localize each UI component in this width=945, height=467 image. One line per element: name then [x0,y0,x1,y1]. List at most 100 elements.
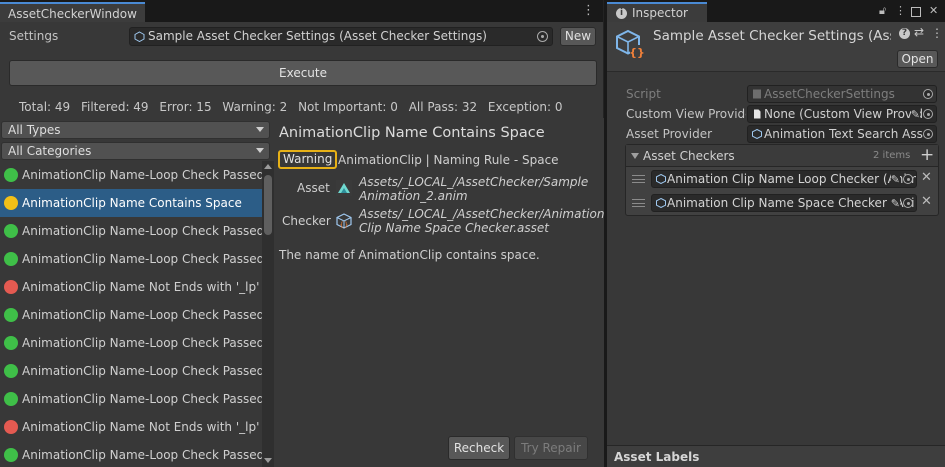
drag-handle-icon[interactable] [632,199,645,207]
checker-asset-icon[interactable]: {} [335,212,353,230]
inspector-tab-bar: i Inspector 🔓︎ ⋮ ✕ [607,0,945,22]
asset-checkers-count: 2 items [873,150,911,161]
types-filter-dropdown[interactable]: All Types [1,121,270,139]
file-icon [754,109,761,119]
checker-object-field[interactable]: Animation Clip Name Space Checker (Ani ✎ [651,194,917,212]
list-item: Animation Clip Name Space Checker (Ani ✎… [626,191,938,215]
settings-object-field[interactable]: Sample Asset Checker Settings (Asset Che… [129,27,553,46]
categories-filter-value: All Categories [8,144,92,158]
status-dot-icon [4,392,18,406]
checker-object-value: Animation Clip Name Space Checker (Ani [667,196,915,210]
inspector-tab-label: Inspector [632,6,688,20]
help-icon[interactable]: ? [899,28,910,39]
custom-view-provider-field[interactable]: None (Custom View Provide ✎ [747,105,937,123]
list-item[interactable]: AnimationClip Name Not Ends with '_lp' [0,413,262,441]
status-dot-icon [4,364,18,378]
types-filter-value: All Types [8,123,61,137]
scriptable-object-icon [656,174,666,184]
foldout-arrow-icon[interactable] [631,153,639,159]
scriptable-object-icon [752,129,762,139]
list-item[interactable]: AnimationClip Name-Loop Check Passed [0,357,262,385]
list-item[interactable]: AnimationClip Name-Loop Check Passed [0,245,262,273]
maximize-icon[interactable] [911,7,921,17]
object-picker-icon[interactable] [923,109,933,119]
asset-checkers-list: Asset Checkers 2 items + Animation Clip … [625,144,939,216]
result-list: AnimationClip Name-Loop Check Passed Ani… [0,161,262,467]
object-picker-icon[interactable] [903,198,913,208]
checker-path-link[interactable]: Assets/_LOCAL_/AssetChecker/Animation Cl… [359,207,604,235]
list-item[interactable]: AnimationClip Name-Loop Check Passed [0,329,262,357]
preset-icon[interactable]: ⇄ [914,25,924,39]
lock-icon[interactable]: 🔓︎ [879,4,886,18]
summary-not-important: Not Important: 0 [298,100,398,114]
execute-button[interactable]: Execute [9,60,597,86]
object-picker-icon[interactable] [923,129,933,139]
list-item-selected[interactable]: AnimationClip Name Contains Space [0,189,262,217]
status-dot-icon [4,448,18,462]
categories-filter-dropdown[interactable]: All Categories [1,142,270,160]
open-button[interactable]: Open [897,50,938,68]
status-dot-icon [4,420,18,434]
edit-icon[interactable]: ✎ [890,172,900,187]
asset-provider-label: Asset Provider [626,127,713,141]
summary-error: Error: 15 [159,100,212,114]
list-item-label: AnimationClip Name-Loop Check Passed [22,336,262,350]
try-repair-button: Try Repair [514,436,588,460]
close-icon[interactable]: ✕ [929,4,938,18]
asset-checkers-header[interactable]: Asset Checkers 2 items + [626,145,938,167]
object-picker-icon[interactable] [903,174,913,184]
checker-object-field[interactable]: Animation Clip Name Loop Checker (Anim ✎ [651,170,917,188]
list-scrollbar[interactable] [262,161,274,467]
context-menu-icon[interactable]: ⋮ [931,26,943,40]
add-icon[interactable]: + [920,145,934,165]
list-item[interactable]: AnimationClip Name-Loop Check Passed [0,441,262,467]
drag-handle-icon[interactable] [632,175,645,183]
animation-clip-icon[interactable] [335,179,353,197]
detail-description: The name of AnimationClip contains space… [279,248,540,262]
svg-text:{}: {} [629,46,645,59]
list-item[interactable]: AnimationClip Name-Loop Check Passed [0,217,262,245]
asset-path-link[interactable]: Assets/_LOCAL_/AssetChecker/Sample Anima… [359,175,604,203]
settings-row: Settings Sample Asset Checker Settings (… [0,26,604,48]
list-item[interactable]: AnimationClip Name-Loop Check Passed [0,301,262,329]
list-item: Animation Clip Name Loop Checker (Anim ✎… [626,167,938,191]
edit-icon[interactable]: ✎ [890,196,900,211]
tab-asset-checker-window[interactable]: AssetCheckerWindow [0,2,145,22]
summary-warning: Warning: 2 [222,100,288,114]
asset-labels-title: Asset Labels [614,450,700,464]
list-item-label: AnimationClip Name Not Ends with '_lp' [22,280,260,294]
asset-labels-bar[interactable]: Asset Labels [607,445,945,467]
new-button[interactable]: New [560,27,596,46]
script-file-icon [753,89,761,99]
custom-view-provider-label: Custom View Provide [626,107,746,121]
remove-icon[interactable]: ✕ [921,170,932,185]
checker-object-value: Animation Clip Name Loop Checker (Anim [667,172,917,186]
window-menu-icon[interactable]: ⋮ [582,3,595,19]
window-menu-icon[interactable]: ⋮ [895,4,906,18]
summary-exception: Exception: 0 [487,100,563,114]
info-icon: i [616,8,627,19]
edit-icon[interactable]: ✎ [910,107,920,122]
list-item-label: AnimationClip Name-Loop Check Passed [22,252,262,266]
left-tab-bar: AssetCheckerWindow ⋮ [0,0,603,22]
object-picker-icon[interactable] [537,31,548,42]
recheck-button[interactable]: Recheck [448,436,510,460]
scrollbar-thumb[interactable] [264,175,272,235]
custom-view-provider-value: None (Custom View Provide [764,107,931,121]
script-label: Script [626,87,661,101]
list-item[interactable]: AnimationClip Name Not Ends with '_lp' [0,273,262,301]
status-dot-icon [4,280,18,294]
object-picker-icon [923,89,933,99]
summary-all-pass: All Pass: 32 [408,100,478,114]
script-property: Script AssetCheckerSettings [607,84,945,104]
scroll-down-icon[interactable] [264,458,272,463]
asset-provider-field[interactable]: Animation Text Search Asse [747,125,937,143]
scroll-up-icon[interactable] [264,164,272,169]
list-item[interactable]: AnimationClip Name-Loop Check Passed [0,161,262,189]
tab-inspector[interactable]: i Inspector [607,2,707,22]
remove-icon[interactable]: ✕ [921,194,932,209]
settings-label: Settings [9,29,59,43]
status-dot-icon [4,168,18,182]
script-value: AssetCheckerSettings [764,87,895,101]
list-item[interactable]: AnimationClip Name-Loop Check Passed [0,385,262,413]
